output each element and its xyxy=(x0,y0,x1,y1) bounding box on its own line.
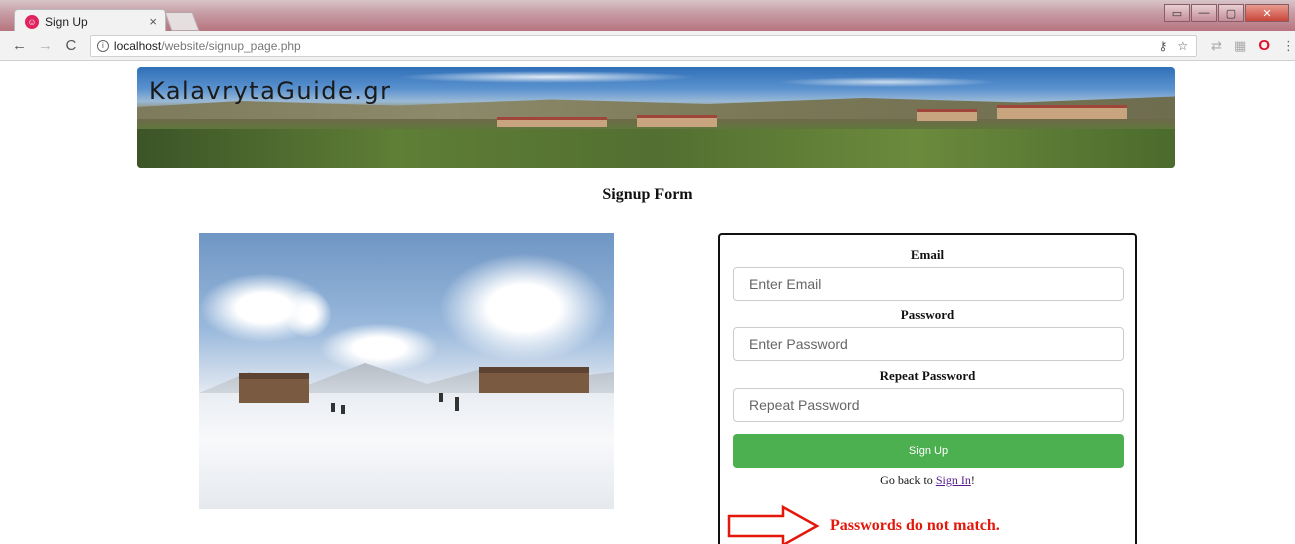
browser-toolbar: ← → C i localhost/website/signup_page.ph… xyxy=(0,31,1295,61)
site-info-icon[interactable]: i xyxy=(96,39,109,52)
user-profile-button[interactable]: ▭ xyxy=(1164,4,1190,22)
email-label: Email xyxy=(910,247,945,262)
opera-icon[interactable]: O xyxy=(1258,37,1270,54)
signup-form: Email Password Repeat Password Sign Up G… xyxy=(718,233,1137,544)
back-arrow-icon[interactable]: ← xyxy=(12,37,27,54)
tab-favicon-icon: ☺ xyxy=(25,14,39,29)
tab-close-icon[interactable]: × xyxy=(149,14,157,29)
ski-resort-photo xyxy=(199,233,614,509)
window-controls: ▭ — ▢ ✕ xyxy=(1163,4,1289,22)
address-bar[interactable]: i localhost/website/signup_page.php ⚷ ☆ xyxy=(89,34,1198,57)
sign-in-prompt-prefix: Go back to xyxy=(880,473,936,487)
password-label: Password xyxy=(900,307,955,322)
sign-in-link[interactable]: Sign In xyxy=(936,473,971,487)
url-host: localhost xyxy=(113,38,162,53)
right-arrow-icon xyxy=(727,505,820,544)
sign-in-prompt: Go back to Sign In! xyxy=(720,473,1135,488)
repeat-password-label: Repeat Password xyxy=(879,368,976,383)
bookmark-star-icon[interactable]: ☆ xyxy=(1177,39,1188,53)
reload-icon[interactable]: C xyxy=(64,37,78,54)
site-logo-title[interactable]: KalavrytaGuide.gr xyxy=(149,77,392,105)
error-row: Passwords do not match. xyxy=(727,505,1132,544)
new-tab-button[interactable] xyxy=(164,12,200,31)
extension-icon[interactable]: ▦ xyxy=(1234,38,1246,54)
extension-icon[interactable]: ⇄ xyxy=(1211,38,1222,54)
email-field[interactable] xyxy=(733,267,1124,301)
browser-titlebar: ☺ Sign Up × ▭ — ▢ ✕ xyxy=(0,0,1295,33)
page-title: Signup Form xyxy=(602,186,693,203)
sign-in-prompt-suffix: ! xyxy=(970,473,975,487)
tab-title: Sign Up xyxy=(45,14,88,29)
repeat-password-field[interactable] xyxy=(733,388,1124,422)
browser-tab[interactable]: ☺ Sign Up × xyxy=(14,9,166,33)
forward-arrow-icon[interactable]: → xyxy=(38,37,53,54)
close-window-button[interactable]: ✕ xyxy=(1245,4,1289,22)
url-path: /website/signup_page.php xyxy=(161,38,301,53)
header-banner: KalavrytaGuide.gr xyxy=(137,67,1175,168)
error-message: Passwords do not match. xyxy=(830,517,1000,534)
key-icon[interactable]: ⚷ xyxy=(1159,39,1168,53)
maximize-button[interactable]: ▢ xyxy=(1218,4,1244,22)
sign-up-button[interactable]: Sign Up xyxy=(733,434,1124,468)
menu-kebab-icon[interactable]: ⋮ xyxy=(1282,38,1295,54)
minimize-button[interactable]: — xyxy=(1191,4,1217,22)
password-field[interactable] xyxy=(733,327,1124,361)
